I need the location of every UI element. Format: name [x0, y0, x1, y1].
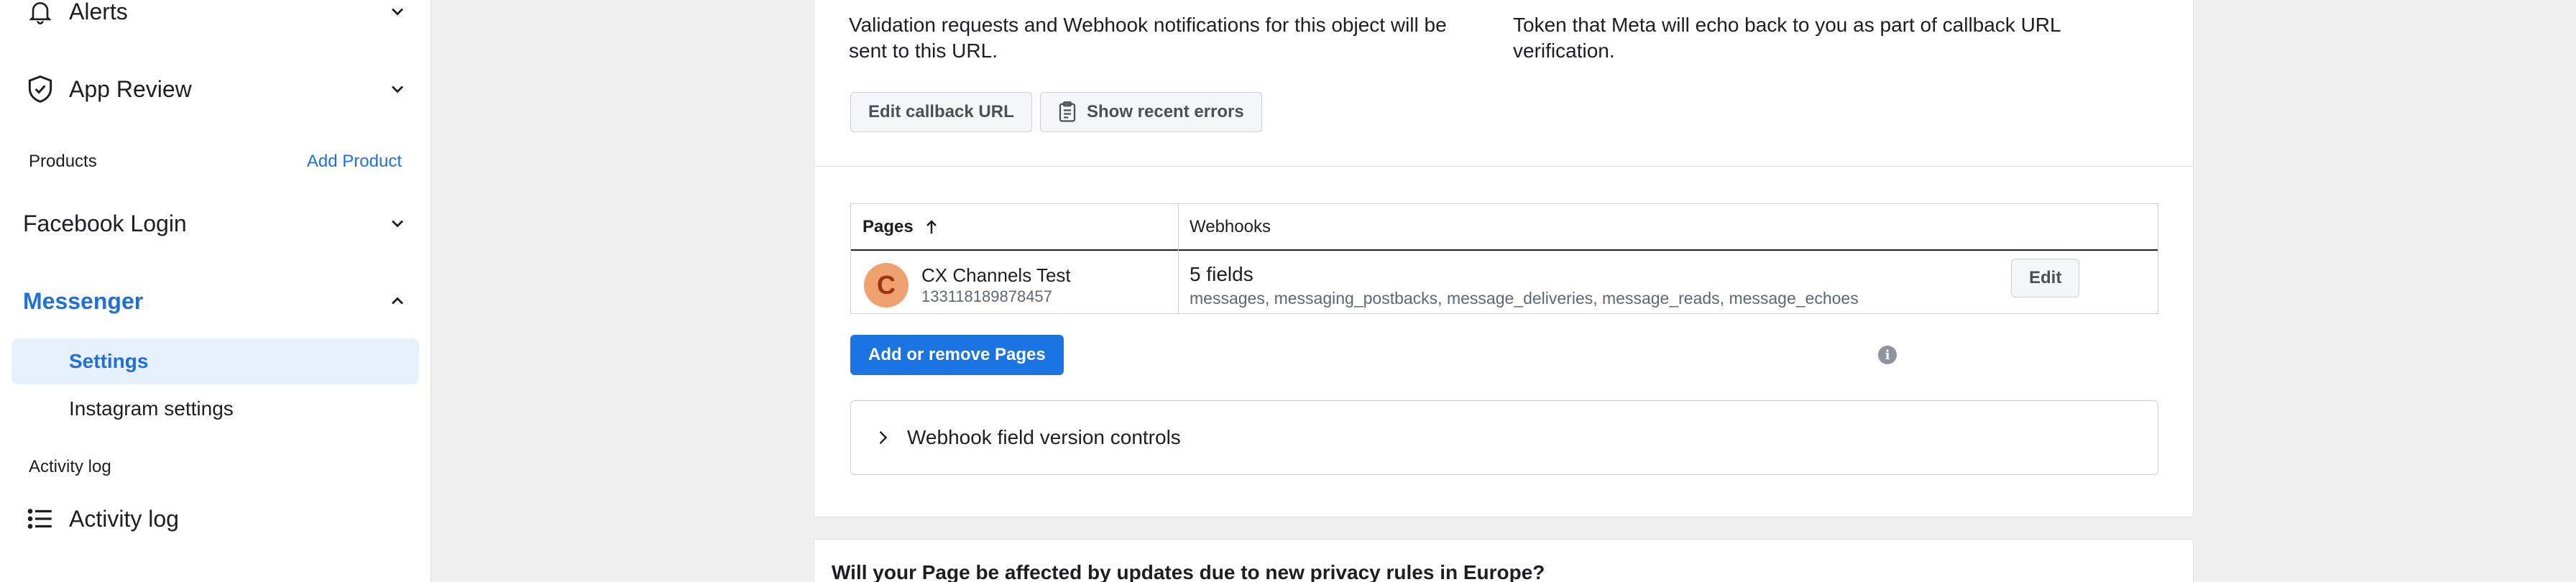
clipboard-icon — [1058, 101, 1077, 123]
sidebar-item-label: Alerts — [69, 0, 128, 24]
sidebar-item-app-review[interactable]: App Review — [23, 72, 408, 106]
sidebar-item-label: Settings — [69, 350, 149, 372]
sidebar-item-alerts[interactable]: Alerts — [23, 0, 408, 29]
callback-url-description: Validation requests and Webhook notifica… — [849, 14, 1447, 62]
sidebar: Alerts App Review Products Add Product F… — [0, 0, 431, 582]
privacy-question-heading: Will your Page be affected by updates du… — [832, 561, 1545, 582]
products-section-label: Products — [29, 152, 97, 171]
list-icon — [23, 502, 58, 536]
chevron-down-icon — [387, 1, 408, 22]
sidebar-item-instagram-settings[interactable]: Instagram settings — [12, 386, 419, 432]
add-product-link[interactable]: Add Product — [307, 152, 402, 172]
sort-ascending-icon — [924, 218, 939, 236]
add-remove-pages-button[interactable]: Add or remove Pages — [850, 335, 1064, 375]
activity-log-section-label: Activity log — [29, 457, 111, 476]
webhook-field-version-controls[interactable]: Webhook field version controls — [850, 400, 2158, 475]
webhook-fields-list: messages, messaging_postbacks, message_d… — [1190, 289, 1859, 308]
edit-page-webhooks-button[interactable]: Edit — [2011, 259, 2080, 297]
chevron-down-icon — [387, 213, 408, 234]
page-id: 133118189878457 — [921, 287, 1052, 305]
sidebar-item-label: App Review — [69, 75, 192, 102]
edit-callback-url-button[interactable]: Edit callback URL — [850, 92, 1032, 132]
webhook-fields-count: 5 fields — [1190, 263, 1254, 285]
sidebar-item-label: Messenger — [23, 287, 144, 314]
sidebar-item-label: Instagram settings — [69, 397, 234, 420]
chevron-down-icon — [387, 79, 408, 99]
chevron-right-icon — [873, 428, 893, 448]
sidebar-item-facebook-login[interactable]: Facebook Login — [23, 206, 408, 241]
webhooks-column-header: Webhooks — [1190, 217, 1271, 236]
chevron-up-icon — [387, 291, 408, 311]
header-divider — [851, 249, 2158, 251]
bell-icon — [23, 0, 58, 29]
pages-column-header[interactable]: Pages — [851, 204, 1178, 250]
sidebar-item-label: Facebook Login — [23, 210, 187, 236]
accordion-label: Webhook field version controls — [907, 426, 1181, 448]
shield-check-icon — [23, 72, 58, 106]
page-name: CX Channels Test — [921, 264, 1071, 286]
column-separator — [1178, 204, 1179, 313]
show-recent-errors-button[interactable]: Show recent errors — [1040, 92, 1262, 132]
section-divider — [814, 166, 2193, 167]
verify-token-description: Token that Meta will echo back to you as… — [1513, 14, 2061, 62]
pages-table: Pages Webhooks C CX Channels Test 133118… — [850, 203, 2158, 314]
webhooks-card: Validation requests and Webhook notifica… — [814, 0, 2194, 517]
sidebar-item-settings[interactable]: Settings — [12, 338, 419, 384]
page-avatar: C — [864, 263, 908, 308]
sidebar-item-activity-log[interactable]: Activity log — [23, 502, 408, 536]
sidebar-item-messenger[interactable]: Messenger — [23, 284, 408, 318]
info-icon[interactable]: i — [1878, 346, 1897, 364]
sidebar-item-label: Activity log — [69, 505, 179, 532]
button-label: Show recent errors — [1087, 102, 1244, 121]
privacy-card: Will your Page be affected by updates du… — [814, 539, 2194, 582]
